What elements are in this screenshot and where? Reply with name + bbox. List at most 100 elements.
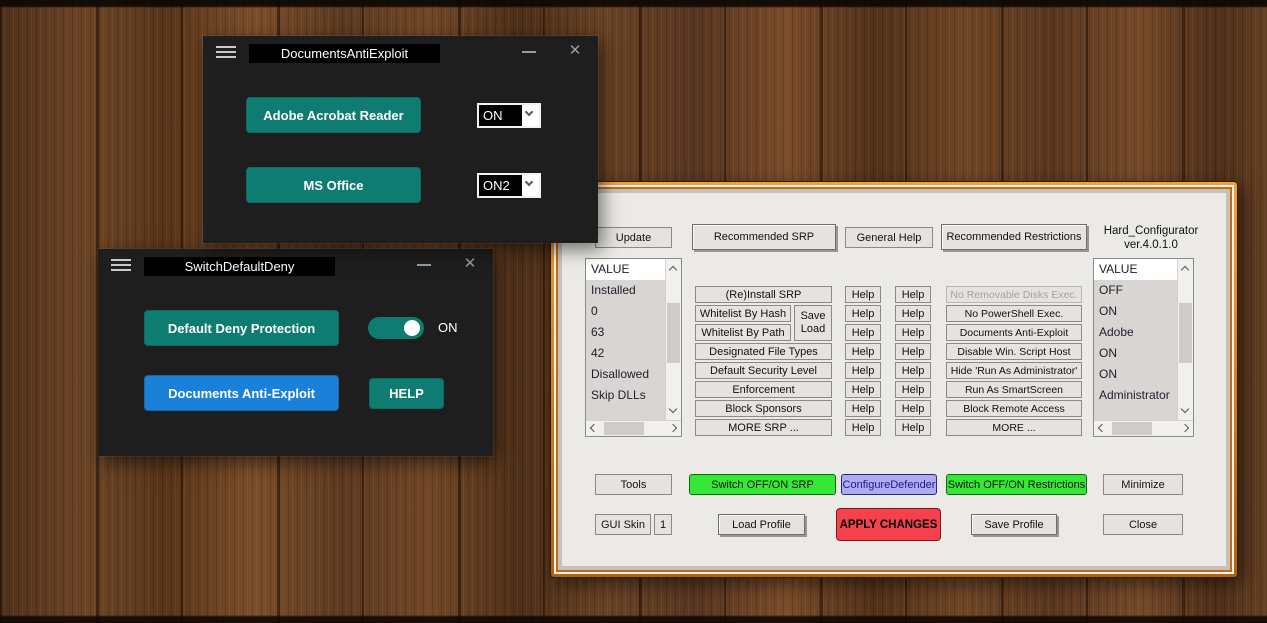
update-button[interactable]: Update [595,227,672,248]
help-button[interactable]: Help [895,286,931,303]
dropdown-value: ON2 [483,178,510,193]
documents-anti-exploit-button[interactable]: Documents Anti-Exploit [946,324,1082,341]
list-item: ON [1099,346,1117,360]
more-restrictions-button[interactable]: MORE ... [946,419,1082,436]
adobe-acrobat-reader-button[interactable]: Adobe Acrobat Reader [246,97,421,133]
list-item: ON [1099,304,1117,318]
list-item: Adobe [1099,325,1134,339]
hamburger-menu-icon[interactable] [111,259,131,271]
minimize-button[interactable]: Minimize [1103,474,1183,495]
help-button[interactable]: Help [895,419,931,436]
scroll-right-icon[interactable] [1180,423,1190,433]
hard-configurator-content: Update Recommended SRP General Help Reco… [562,193,1226,566]
list-item: 0 [591,304,598,318]
designated-file-types-button[interactable]: Designated File Types [695,343,832,360]
desktop-background: Update Recommended SRP General Help Reco… [0,0,1267,623]
help-button[interactable]: Help [895,362,931,379]
switch-off-on-srp-button[interactable]: Switch OFF/ON SRP [689,474,836,495]
app-version-label: Hard_Configurator ver.4.0.1.0 [1090,224,1212,252]
whitelist-by-hash-button[interactable]: Whitelist By Hash [695,305,791,322]
list-item: Skip DLLs [591,388,646,402]
help-button[interactable]: Help [845,305,881,322]
restriction-values-list: VALUE OFF ON Adobe ON ON Administrator [1093,258,1194,437]
more-srp-button[interactable]: MORE SRP ... [695,419,832,436]
close-icon[interactable]: ✕ [460,254,480,274]
switch-off-on-restrictions-button[interactable]: Switch OFF/ON Restrictions [946,474,1087,495]
recommended-srp-button[interactable]: Recommended SRP [692,224,836,250]
no-removable-disks-exec-button: No Removable Disks Exec. [946,286,1082,303]
help-button[interactable]: Help [895,343,931,360]
scroll-down-icon[interactable] [668,404,678,414]
hide-run-as-administrator-button[interactable]: Hide 'Run As Administrator' [946,362,1082,379]
scrollbar-thumb[interactable] [1112,422,1152,435]
vertical-scrollbar[interactable] [1177,259,1193,420]
block-remote-access-button[interactable]: Block Remote Access [946,400,1082,417]
help-button[interactable]: HELP [369,378,444,409]
save-load-button[interactable]: Save Load [794,305,832,341]
gui-skin-button[interactable]: GUI Skin [595,514,651,535]
scroll-up-icon[interactable] [1180,265,1190,275]
block-sponsors-button[interactable]: Block Sponsors [695,400,832,417]
load-profile-button[interactable]: Load Profile [718,514,805,535]
minimize-icon[interactable] [417,264,431,266]
configure-defender-button[interactable]: ConfigureDefender [841,474,937,495]
list-items: Installed 0 63 42 Disallowed Skip DLLs [586,280,665,420]
documents-anti-exploit-button[interactable]: Documents Anti-Exploit [144,375,339,411]
scrollbar-thumb[interactable] [1179,303,1192,363]
general-help-button[interactable]: General Help [845,227,933,248]
list-item: ON [1099,367,1117,381]
window-switch-default-deny: SwitchDefaultDeny ✕ Default Deny Protect… [98,249,493,456]
close-button[interactable]: Close [1103,514,1183,535]
window-hard-configurator: Update Recommended SRP General Help Reco… [550,181,1238,578]
help-button[interactable]: Help [895,381,931,398]
list-header: VALUE [1094,259,1177,280]
scroll-up-icon[interactable] [668,265,678,275]
whitelist-by-path-button[interactable]: Whitelist By Path [695,324,791,341]
gui-skin-value: 1 [654,514,672,535]
app-title-line2: ver.4.0.1.0 [1124,239,1178,251]
help-button[interactable]: Help [895,324,931,341]
default-deny-protection-button[interactable]: Default Deny Protection [144,310,339,346]
help-button[interactable]: Help [845,419,881,436]
enforcement-button[interactable]: Enforcement [695,381,832,398]
scrollbar-thumb[interactable] [667,303,680,363]
run-as-smartscreen-button[interactable]: Run As SmartScreen [946,381,1082,398]
scroll-left-icon[interactable] [589,423,599,433]
save-profile-button[interactable]: Save Profile [971,514,1057,535]
default-security-level-button[interactable]: Default Security Level [695,362,832,379]
hamburger-menu-icon[interactable] [216,46,236,58]
help-button[interactable]: Help [895,305,931,322]
close-icon[interactable]: ✕ [565,41,585,61]
apply-changes-button[interactable]: APPLY CHANGES [836,508,941,541]
chevron-down-icon [522,175,539,196]
list-item: 63 [591,325,605,339]
horizontal-scrollbar[interactable] [586,420,681,436]
default-deny-toggle[interactable] [368,317,424,339]
scroll-down-icon[interactable] [1180,404,1190,414]
help-button[interactable]: Help [845,362,881,379]
help-button[interactable]: Help [845,286,881,303]
scroll-right-icon[interactable] [668,423,678,433]
tools-button[interactable]: Tools [595,474,672,495]
disable-win-script-host-button[interactable]: Disable Win. Script Host [946,343,1082,360]
help-button[interactable]: Help [845,381,881,398]
minimize-icon[interactable] [522,51,536,53]
ms-office-button[interactable]: MS Office [246,167,421,203]
help-button[interactable]: Help [845,400,881,417]
app-title-line1: Hard_Configurator [1103,225,1199,237]
help-button[interactable]: Help [845,324,881,341]
list-item: Disallowed [591,367,650,381]
no-powershell-exec-button[interactable]: No PowerShell Exec. [946,305,1082,322]
vertical-scrollbar[interactable] [665,259,681,420]
adobe-setting-dropdown[interactable]: ON [477,103,541,128]
recommended-restrictions-button[interactable]: Recommended Restrictions [941,224,1087,250]
list-header: VALUE [586,259,665,280]
scrollbar-thumb[interactable] [604,422,644,435]
reinstall-srp-button[interactable]: (Re)Install SRP [695,286,832,303]
scroll-left-icon[interactable] [1097,423,1107,433]
help-button[interactable]: Help [895,400,931,417]
window-documents-anti-exploit: DocumentsAntiExploit ✕ Adobe Acrobat Rea… [203,36,598,243]
horizontal-scrollbar[interactable] [1094,420,1193,436]
help-button[interactable]: Help [845,343,881,360]
office-setting-dropdown[interactable]: ON2 [477,173,541,198]
